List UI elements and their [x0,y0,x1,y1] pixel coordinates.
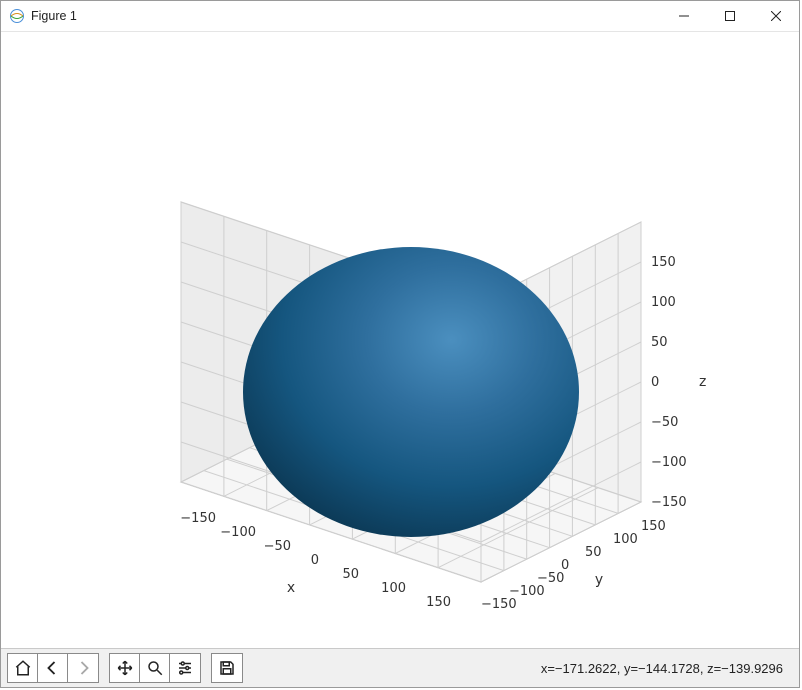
maximize-button[interactable] [707,1,753,31]
svg-text:100: 100 [613,532,638,547]
svg-text:−50: −50 [651,415,678,430]
nav-toolbar: x=−171.2622, y=−144.1728, z=−139.9296 [1,648,799,687]
app-icon [9,8,25,24]
z-ticks: −150 −100 −50 0 50 100 150 [651,255,687,510]
pan-button[interactable] [110,654,140,682]
axes3d[interactable]: −150 −100 −50 0 50 100 150 x −150 −100 −… [51,112,751,632]
svg-text:−50: −50 [537,571,564,586]
svg-text:−100: −100 [509,584,545,599]
svg-text:150: 150 [651,255,676,270]
z-axis-label: z [699,374,706,390]
forward-button[interactable] [68,654,98,682]
svg-text:50: 50 [342,567,359,582]
close-button[interactable] [753,1,799,31]
svg-text:−150: −150 [481,597,517,612]
svg-text:50: 50 [651,335,668,350]
svg-text:0: 0 [651,375,659,390]
zoom-button[interactable] [140,654,170,682]
nav-group-save [211,653,243,683]
svg-text:0: 0 [311,553,319,568]
sphere-surface [243,247,579,537]
svg-text:0: 0 [561,558,569,573]
figure-canvas[interactable]: −150 −100 −50 0 50 100 150 x −150 −100 −… [1,32,799,648]
app-window: Figure 1 [0,0,800,688]
svg-text:−50: −50 [264,539,291,554]
svg-text:50: 50 [585,545,602,560]
back-button[interactable] [38,654,68,682]
svg-text:150: 150 [426,595,451,610]
svg-text:100: 100 [381,581,406,596]
coord-readout: x=−171.2622, y=−144.1728, z=−139.9296 [541,661,793,676]
titlebar: Figure 1 [1,1,799,32]
svg-text:150: 150 [641,519,666,534]
x-axis-label: x [287,580,295,596]
svg-text:100: 100 [651,295,676,310]
svg-text:−100: −100 [220,525,256,540]
nav-group-view [109,653,201,683]
svg-text:−150: −150 [180,511,216,526]
svg-text:−100: −100 [651,455,687,470]
y-axis-label: y [595,572,603,588]
svg-text:−150: −150 [651,495,687,510]
configure-button[interactable] [170,654,200,682]
window-title: Figure 1 [31,9,77,23]
minimize-button[interactable] [661,1,707,31]
save-button[interactable] [212,654,242,682]
nav-group-home [7,653,99,683]
home-button[interactable] [8,654,38,682]
